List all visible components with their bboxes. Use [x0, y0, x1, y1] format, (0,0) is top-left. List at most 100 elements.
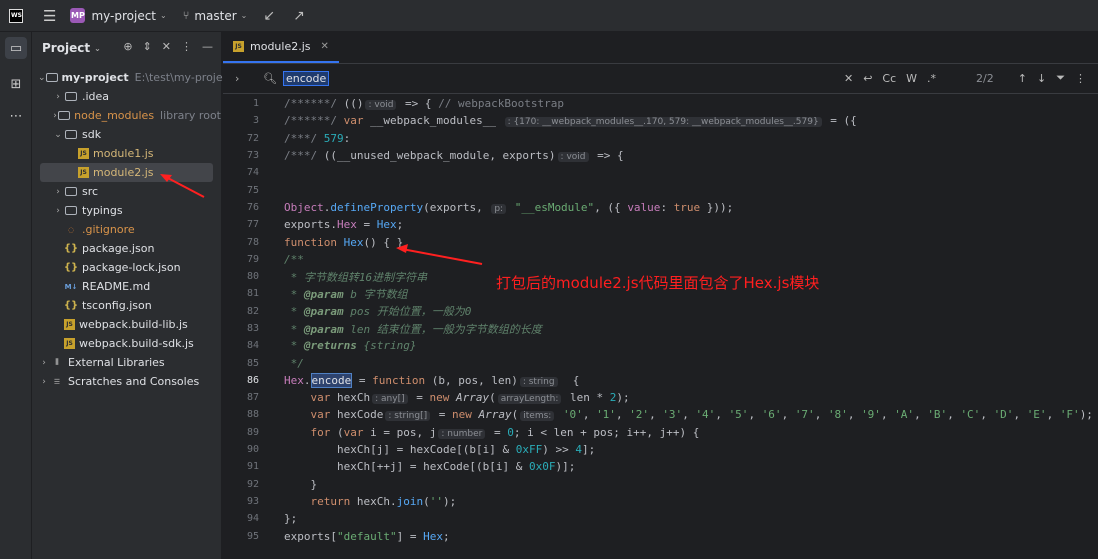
close-icon[interactable]: ✕: [321, 41, 329, 52]
line-number: 81: [246, 288, 259, 300]
locate-icon[interactable]: ⊕: [123, 40, 132, 53]
code-view[interactable]: 1 /******/ ((): void => { // webpackBoots…: [223, 95, 1098, 559]
tree-item-label: src: [82, 185, 99, 198]
tree-item[interactable]: JS module1.js: [32, 144, 221, 163]
code-text: * 字节数组转16进制字符串: [284, 270, 428, 284]
chevron-down-icon[interactable]: ⌄: [38, 73, 46, 83]
clear-icon[interactable]: ✕: [844, 72, 853, 85]
code-line[interactable]: 82 * @param pos 开始位置，一般为0: [223, 303, 1098, 320]
code-text: * @param pos 开始位置，一般为0: [284, 305, 472, 319]
chevron-right-icon[interactable]: ›: [52, 206, 64, 216]
code-line[interactable]: 77 exports.Hex = Hex;: [223, 216, 1098, 233]
code-text: Hex.encode = function (b, pos, len): str…: [284, 372, 580, 388]
tree-item[interactable]: ◌ .gitignore: [32, 220, 221, 239]
new-line-icon[interactable]: ↩: [863, 72, 872, 85]
tree-item[interactable]: › .idea: [32, 87, 221, 106]
code-line[interactable]: 89 for (var i = pos, j: number = 0; i < …: [223, 424, 1098, 441]
vcs-update-icon[interactable]: ↙: [263, 0, 275, 32]
webstorm-logo-icon[interactable]: WS: [9, 8, 23, 23]
code-line[interactable]: 86 Hex.encode = function (b, pos, len): s…: [223, 372, 1098, 389]
project-folder-icon[interactable]: ▭: [5, 37, 27, 59]
code-line[interactable]: 87 var hexCh: any[] = new Array(arrayLen…: [223, 389, 1098, 406]
code-text: function Hex() { }: [284, 235, 404, 249]
tree-item[interactable]: JS webpack.build-sdk.js: [32, 334, 221, 353]
filter-icon[interactable]: ⏷: [1056, 71, 1065, 85]
code-text: for (var i = pos, j: number = 0; i < len…: [310, 425, 700, 439]
branch-switcher[interactable]: ⑂ master ⌄: [183, 0, 248, 32]
tree-item[interactable]: {} package-lock.json: [32, 258, 221, 277]
options-icon[interactable]: ⋮: [181, 40, 192, 53]
expand-all-icon[interactable]: ⇕: [143, 40, 152, 53]
code-line[interactable]: 73 /***/ ((__unused_webpack_module, expor…: [223, 147, 1098, 164]
code-line[interactable]: 75: [223, 181, 1098, 198]
tree-item[interactable]: › typings: [32, 201, 221, 220]
code-line[interactable]: 91 hexCh[++j] = hexCode[(b[i] & 0x0F)];: [223, 458, 1098, 475]
search-input[interactable]: encode: [282, 71, 330, 86]
tree-item[interactable]: ⌄ my-project E:\test\my-project: [32, 68, 233, 87]
code-line[interactable]: 92 }: [223, 476, 1098, 493]
chevron-right-icon[interactable]: ›: [52, 187, 64, 197]
code-text: exports["default"] = Hex;: [284, 529, 450, 543]
search-icon[interactable]: 🔍︎: [263, 72, 277, 85]
main-menu-icon[interactable]: ☰: [43, 0, 56, 32]
whole-word-toggle[interactable]: W: [906, 72, 917, 85]
code-line[interactable]: 76 Object.defineProperty(exports, p: "__e…: [223, 199, 1098, 216]
line-number: 92: [246, 478, 259, 490]
code-line[interactable]: 83 * @param len 结束位置，一般为字节数组的长度: [223, 320, 1098, 337]
folder-icon: [64, 205, 78, 217]
markdown-file-icon: M↓: [64, 282, 78, 291]
collapse-all-icon[interactable]: ✕: [162, 40, 171, 53]
code-line[interactable]: 84 * @returns {string}: [223, 337, 1098, 354]
structure-icon[interactable]: ⊞: [5, 73, 27, 95]
tree-item[interactable]: › ☰ Scratches and Consoles: [32, 372, 221, 391]
code-line[interactable]: 93 return hexCh.join('');: [223, 493, 1098, 510]
json-file-icon: {}: [63, 262, 79, 273]
match-case-toggle[interactable]: Cc: [882, 72, 896, 85]
code-line[interactable]: 1 /******/ ((): void => { // webpackBoots…: [223, 95, 1098, 112]
tree-item[interactable]: {} package.json: [32, 239, 221, 258]
code-line[interactable]: 3 /******/ var __webpack_modules__ : {170…: [223, 112, 1098, 129]
chevron-right-icon[interactable]: ›: [38, 377, 50, 387]
project-name: my-project: [91, 8, 157, 23]
tree-item[interactable]: {} tsconfig.json: [32, 296, 221, 315]
tool-window-bar: ▭ ⊞ ⋯: [0, 32, 32, 559]
code-line[interactable]: 74: [223, 164, 1098, 181]
code-text: var hexCh: any[] = new Array(arrayLength…: [310, 391, 630, 405]
code-line[interactable]: 88 var hexCode: string[] = new Array(ite…: [223, 406, 1098, 423]
more-icon[interactable]: ⋯: [5, 105, 27, 127]
tree-item[interactable]: › ⫼ External Libraries: [32, 353, 221, 372]
tree-item[interactable]: M↓ README.md: [32, 277, 221, 296]
tree-item[interactable]: JS module2.js: [40, 163, 213, 182]
line-number: 3: [252, 115, 259, 127]
code-line[interactable]: 78 function Hex() { }: [223, 233, 1098, 250]
tree-item[interactable]: › node_modules library root: [32, 106, 221, 125]
chevron-right-icon[interactable]: ›: [52, 92, 64, 102]
chevron-down-icon[interactable]: ⌄: [52, 130, 64, 140]
tree-item[interactable]: › src: [32, 182, 221, 201]
tree-item[interactable]: JS webpack.build-lib.js: [32, 315, 221, 334]
tree-item[interactable]: ⌄ sdk: [32, 125, 221, 144]
tab-module2[interactable]: JS module2.js ✕: [223, 31, 339, 63]
project-badge: MP: [70, 8, 86, 23]
hide-icon[interactable]: —: [202, 40, 213, 53]
code-line[interactable]: 94};: [223, 510, 1098, 527]
arrow-down-icon[interactable]: ↓: [1037, 72, 1046, 85]
line-number: 88: [246, 409, 259, 421]
arrow-up-icon[interactable]: ↑: [1018, 72, 1027, 85]
code-line[interactable]: 85 */: [223, 354, 1098, 371]
code-line[interactable]: 79 /**: [223, 251, 1098, 268]
project-switcher[interactable]: my-project ⌄: [91, 0, 166, 32]
line-number: 75: [246, 184, 259, 196]
chevron-right-icon[interactable]: ›: [38, 358, 50, 368]
code-text: * @param len 结束位置，一般为字节数组的长度: [284, 322, 542, 336]
line-number: 90: [246, 444, 259, 456]
code-line[interactable]: 95 exports["default"] = Hex;: [223, 527, 1098, 544]
regex-toggle[interactable]: .*: [927, 72, 936, 85]
line-number: 78: [246, 236, 259, 248]
more-options-icon[interactable]: ⋮: [1075, 72, 1086, 85]
vcs-push-icon[interactable]: ↗: [293, 0, 305, 32]
project-panel: Project ⌄ ⊕ ⇕ ✕ ⋮ — ⌄ my-project E:\test\m…: [32, 32, 233, 559]
code-line[interactable]: 72 /***/ 579:: [223, 130, 1098, 147]
chevron-right-icon[interactable]: ›: [235, 72, 239, 85]
code-line[interactable]: 90 hexCh[j] = hexCode[(b[i] & 0xFF) >> 4…: [223, 441, 1098, 458]
